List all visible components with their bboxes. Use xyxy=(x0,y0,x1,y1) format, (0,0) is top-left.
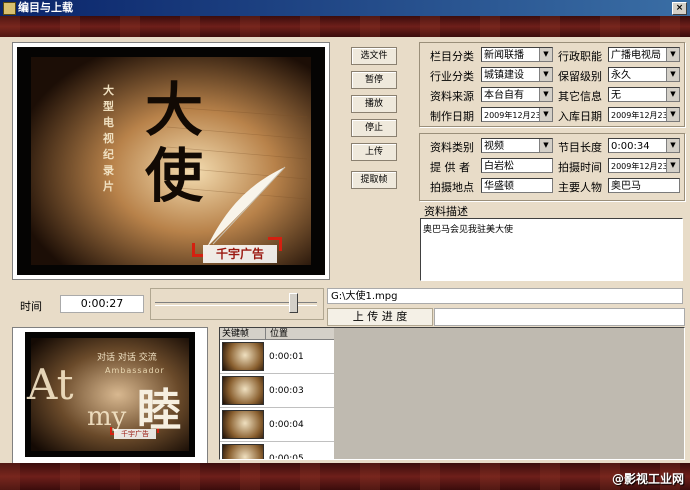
production-date-label: 制作日期 xyxy=(430,110,474,123)
bottom-decorative-band xyxy=(0,463,690,490)
chevron-down-icon: ▼ xyxy=(539,108,552,121)
preview-video-frame: 大使 大型电视纪录片 千宇广告 xyxy=(12,42,330,280)
title-bar: 编目与上载 × xyxy=(0,0,690,16)
playback-slider[interactable] xyxy=(150,288,324,320)
storage-date-picker[interactable]: 2009年12月23日 ▼ xyxy=(608,107,680,122)
chevron-down-icon: ▼ xyxy=(666,139,679,152)
keyframe-position: 0:00:03 xyxy=(269,386,304,396)
upload-progress-bar xyxy=(434,308,685,326)
material-type-label: 资料类别 xyxy=(430,141,474,154)
main-person-label: 主要人物 xyxy=(558,181,602,194)
industry-label: 行业分类 xyxy=(430,70,474,83)
column-category-select[interactable]: 新闻联播 ▼ xyxy=(481,47,553,62)
source-select[interactable]: 本台自有 ▼ xyxy=(481,87,553,102)
keyframe-row[interactable]: 0:00:03 xyxy=(220,374,334,408)
thumbnail-brand: 千宇广告 xyxy=(114,429,156,439)
keyframe-position: 0:00:01 xyxy=(269,352,304,362)
program-length-spinner[interactable]: 0:00:34 ▼ xyxy=(608,138,680,153)
close-button[interactable]: × xyxy=(672,2,687,15)
keyframe-row[interactable]: 0:00:04 xyxy=(220,408,334,442)
keyframe-position: 0:00:04 xyxy=(269,420,304,430)
thumbnail-frame: At 睦 my 对话 对话 交流 Ambassador 千宇广告 xyxy=(12,327,208,464)
chevron-down-icon: ▼ xyxy=(666,48,679,61)
chevron-down-icon: ▼ xyxy=(666,108,679,121)
time-label: 时间 xyxy=(20,300,42,313)
keyframe-thumbnail xyxy=(222,342,264,371)
keyframe-thumbnail xyxy=(222,410,264,439)
admin-function-label: 行政职能 xyxy=(558,50,602,63)
thumbnail-subtitle: Ambassador xyxy=(105,366,165,375)
keyframe-row[interactable]: 0:00:01 xyxy=(220,340,334,374)
admin-function-select[interactable]: 广播电视局 ▼ xyxy=(608,47,680,62)
keyframe-table: 关键帧 位置 0:00:01 0:00:03 0:00:04 0:00:05 xyxy=(220,328,334,459)
chevron-down-icon: ▼ xyxy=(666,68,679,81)
top-decorative-band xyxy=(0,16,690,37)
upload-progress-label: 上 传 进 度 xyxy=(327,308,433,326)
chevron-down-icon: ▼ xyxy=(666,159,679,172)
thumbnail-big-letters: At xyxy=(27,360,74,409)
time-display: 0:00:27 xyxy=(60,295,144,313)
position-column-header[interactable]: 位置 xyxy=(266,328,334,340)
extract-frame-button[interactable]: 提取帧 xyxy=(351,171,397,189)
window-title: 编目与上载 xyxy=(18,1,73,14)
keyframe-row[interactable]: 0:00:05 xyxy=(220,442,334,460)
shoot-location-label: 拍摄地点 xyxy=(430,181,474,194)
other-info-label: 其它信息 xyxy=(558,90,602,103)
chevron-down-icon: ▼ xyxy=(539,139,552,152)
keyframe-column-header[interactable]: 关键帧 xyxy=(220,328,266,340)
shoot-time-label: 拍摄时间 xyxy=(558,161,602,174)
chevron-down-icon: ▼ xyxy=(666,88,679,101)
source-label: 资料来源 xyxy=(430,90,474,103)
storage-date-label: 入库日期 xyxy=(558,110,602,123)
shoot-location-field[interactable]: 华盛顿 xyxy=(481,178,553,193)
provider-label: 提 供 者 xyxy=(430,161,470,174)
main-person-field[interactable]: 奥巴马 xyxy=(608,178,680,193)
material-details-group: 资料类别 视频 ▼ 节目长度 0:00:34 ▼ 提 供 者 白岩松 拍摄时间 20… xyxy=(419,133,685,201)
watermark: @影视工业网 xyxy=(611,472,684,486)
chevron-down-icon: ▼ xyxy=(539,68,552,81)
slider-thumb[interactable] xyxy=(289,293,299,313)
thumbnail-big-char: 睦 xyxy=(137,385,181,436)
material-type-select[interactable]: 视频 ▼ xyxy=(481,138,553,153)
retention-select[interactable]: 永久 ▼ xyxy=(608,67,680,82)
keyframe-position: 0:00:05 xyxy=(269,454,304,460)
program-length-label: 节目长度 xyxy=(558,141,602,154)
preview-title-text: 大使 xyxy=(145,76,204,210)
upload-button[interactable]: 上传 xyxy=(351,143,397,161)
chevron-down-icon: ▼ xyxy=(539,88,552,101)
catalog-metadata-group: 栏目分类 新闻联播 ▼ 行政职能 广播电视局 ▼ 行业分类 城镇建设 ▼ 保留级别 永… xyxy=(419,42,685,127)
industry-select[interactable]: 城镇建设 ▼ xyxy=(481,67,553,82)
retention-label: 保留级别 xyxy=(558,70,602,83)
play-button[interactable]: 播放 xyxy=(351,95,397,113)
column-category-label: 栏目分类 xyxy=(430,50,474,63)
chevron-down-icon: ▼ xyxy=(539,48,552,61)
preview-vertical-text: 大型电视纪录片 xyxy=(103,84,114,193)
shoot-time-picker[interactable]: 2009年12月23日 ▼ xyxy=(608,158,680,173)
provider-field[interactable]: 白岩松 xyxy=(481,158,553,173)
pause-button[interactable]: 暂停 xyxy=(351,71,397,89)
app-icon xyxy=(3,2,16,15)
main-panel: 大使 大型电视纪录片 千宇广告 选文件 暂停 播放 停止 上传 提取帧 栏目分类… xyxy=(0,37,690,464)
description-textarea[interactable]: 奥巴马会见我驻美大使 xyxy=(420,218,683,281)
keyframe-thumbnail xyxy=(222,376,264,405)
stop-button[interactable]: 停止 xyxy=(351,119,397,137)
thumbnail-image[interactable]: At 睦 my 对话 对话 交流 Ambassador 千宇广告 xyxy=(25,332,195,457)
preview-brand: 千宇广告 xyxy=(203,245,277,263)
production-date-picker[interactable]: 2009年12月23日 ▼ xyxy=(481,107,553,122)
description-label: 资料描述 xyxy=(424,205,468,218)
keyframe-thumbnail xyxy=(222,444,264,459)
keyframe-list[interactable]: 关键帧 位置 0:00:01 0:00:03 0:00:04 0:00:05 xyxy=(219,327,685,460)
thumbnail-tagline: 对话 对话 交流 xyxy=(97,353,157,363)
preview-video[interactable]: 大使 大型电视纪录片 千宇广告 xyxy=(17,47,325,275)
thumbnail-small-letter: my xyxy=(87,402,127,432)
file-path-field: G:\大使1.mpg xyxy=(327,288,683,304)
other-info-select[interactable]: 无 ▼ xyxy=(608,87,680,102)
select-file-button[interactable]: 选文件 xyxy=(351,47,397,65)
